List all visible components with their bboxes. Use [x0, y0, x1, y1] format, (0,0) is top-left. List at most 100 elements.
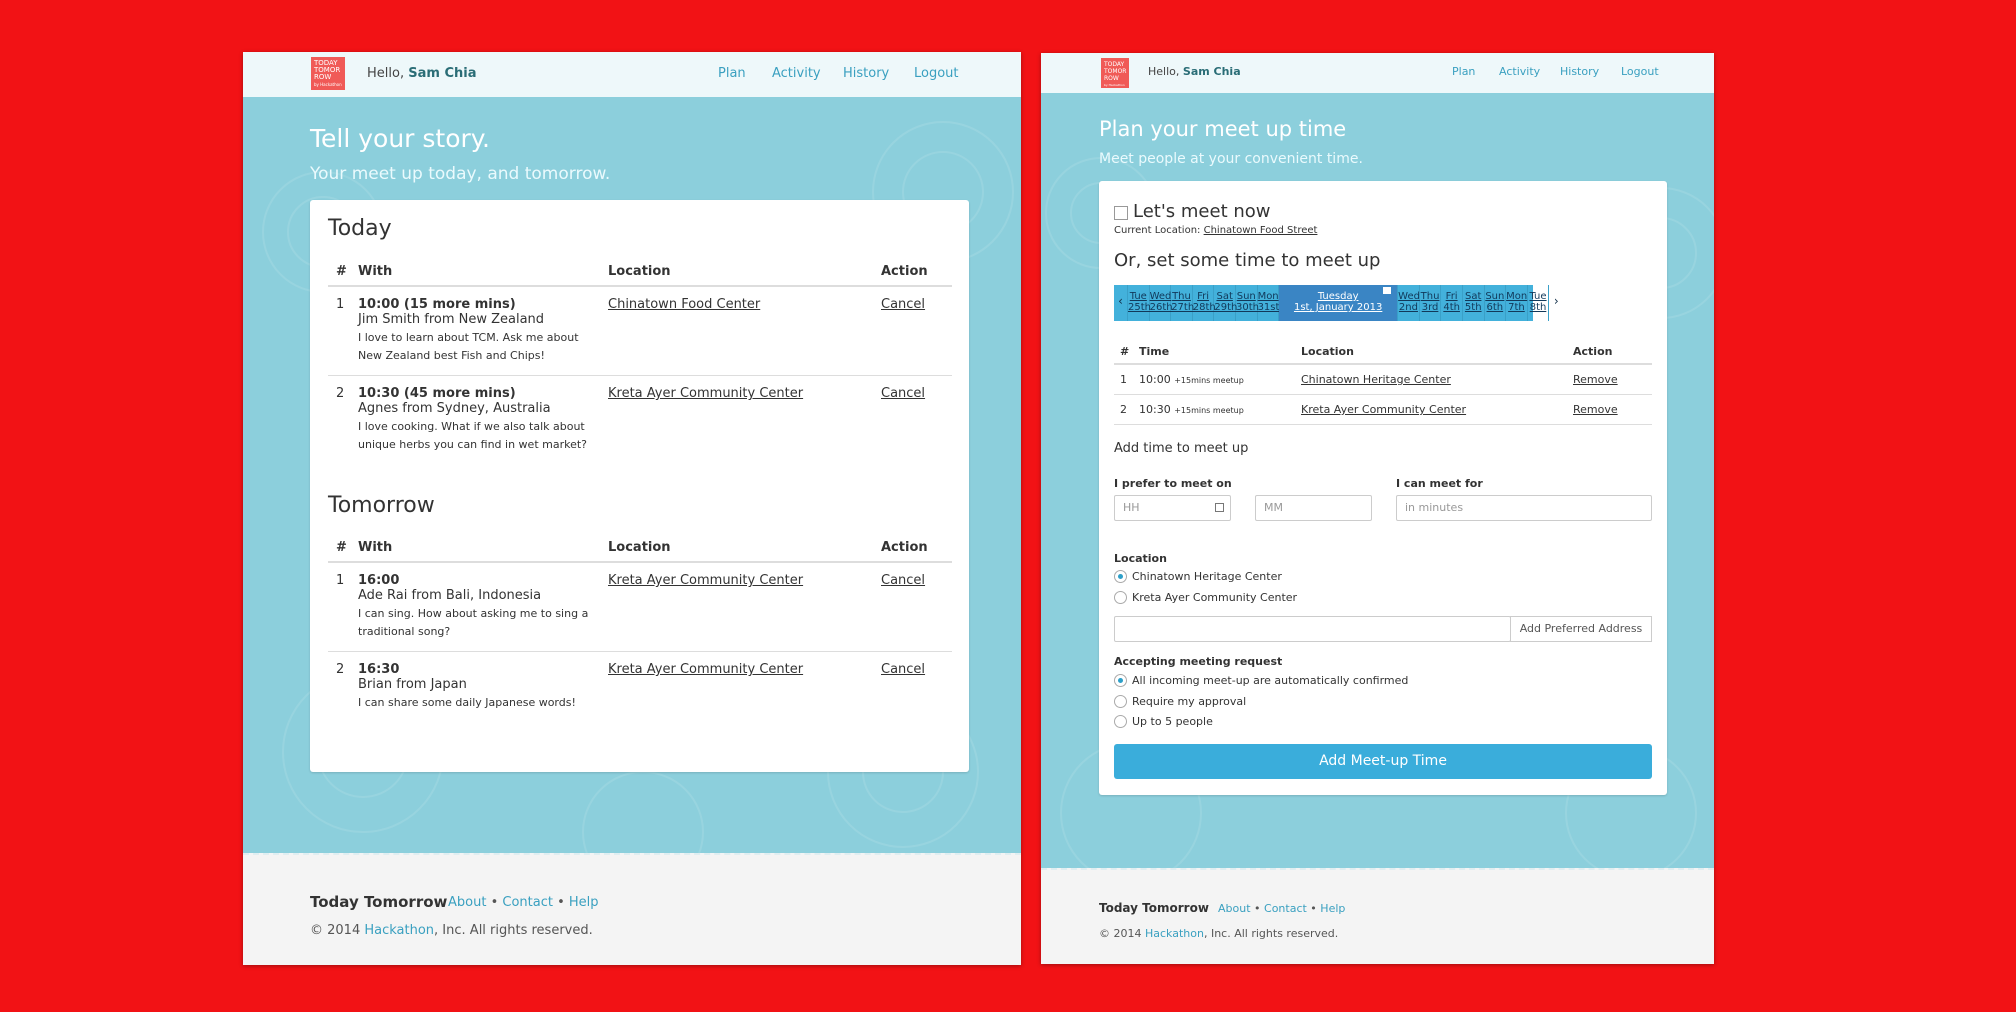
cancel-link[interactable]: Cancel — [881, 573, 925, 588]
meetup-time: 10:30 — [1139, 403, 1171, 416]
nav-logout[interactable]: Logout — [914, 66, 959, 81]
nav-logout[interactable]: Logout — [1621, 65, 1659, 78]
accepting-label: Accepting meeting request — [1114, 655, 1283, 668]
date-cell[interactable]: Sat 29th — [1214, 285, 1237, 321]
date-date: 6th — [1486, 302, 1504, 313]
prev-dates-button[interactable]: ‹ — [1114, 285, 1128, 321]
nav-plan[interactable]: Plan — [718, 66, 746, 81]
add-meetup-time-button[interactable]: Add Meet-up Time — [1114, 744, 1652, 779]
date-date: 25th — [1128, 302, 1151, 313]
meetup-duration: +15mins meetup — [1174, 376, 1244, 385]
tomorrow-heading: Tomorrow — [328, 493, 435, 518]
cancel-link[interactable]: Cancel — [881, 386, 925, 401]
table-header-row: # With Location Action — [328, 534, 952, 563]
address-input[interactable] — [1114, 616, 1511, 642]
table-row: 2 10:30 +15mins meetup Kreta Ayer Commun… — [1114, 394, 1652, 425]
minute-input[interactable]: MM — [1255, 495, 1372, 521]
today-heading: Today — [328, 216, 392, 241]
accept-radio-auto[interactable] — [1114, 674, 1127, 687]
location-link[interactable]: Kreta Ayer Community Center — [608, 386, 803, 401]
footer-copyright: © 2014 Hackathon, Inc. All rights reserv… — [1099, 927, 1338, 940]
date-date: 27th — [1171, 302, 1195, 313]
date-cell[interactable]: Tue 8th — [1528, 285, 1550, 321]
date-cell[interactable]: Thu 27th — [1171, 285, 1195, 321]
table-row: 1 10:00 +15mins meetup Chinatown Heritag… — [1114, 364, 1652, 395]
date-cell-selected[interactable]: Tuesday 1st, January 2013 — [1279, 285, 1399, 321]
date-cell[interactable]: Sat 5th — [1463, 285, 1485, 321]
accept-radio-approval[interactable] — [1114, 695, 1127, 708]
app-logo[interactable]: TODAY TOMOR ROW by Hackathon — [1101, 58, 1129, 88]
footer-help-link[interactable]: Help — [1320, 902, 1345, 915]
footer-about-link[interactable]: About — [1218, 902, 1251, 915]
location-label: Location — [1114, 552, 1167, 565]
footer-help-link[interactable]: Help — [569, 895, 599, 910]
greeting-prefix: Hello, — [1148, 65, 1180, 78]
cancel-link[interactable]: Cancel — [881, 297, 925, 312]
hour-input[interactable]: HH — [1114, 495, 1231, 521]
date-cell[interactable]: Thu 3rd — [1420, 285, 1442, 321]
date-cell[interactable]: Mon 7th — [1506, 285, 1528, 321]
next-dates-button[interactable]: › — [1549, 285, 1563, 321]
date-cell[interactable]: Wed 2nd — [1398, 285, 1420, 321]
date-cell[interactable]: Mon 31st — [1257, 285, 1279, 321]
app-logo[interactable]: TODAY TOMOR ROW by Hackathon — [311, 57, 345, 90]
calendar-icon[interactable] — [1383, 287, 1392, 294]
footer-about-link[interactable]: About — [448, 895, 486, 910]
date-cell[interactable]: Wed 26th — [1149, 285, 1173, 321]
meetup-time: 10:00 — [1139, 373, 1171, 386]
footer-contact-link[interactable]: Contact — [502, 895, 553, 910]
cancel-link[interactable]: Cancel — [881, 662, 925, 677]
location-link[interactable]: Kreta Ayer Community Center — [608, 662, 803, 677]
accept-radio-limit[interactable] — [1114, 715, 1127, 728]
table-row: 1 16:00 Ade Rai from Bali, Indonesia I c… — [328, 562, 952, 652]
meet-now-checkbox[interactable] — [1114, 206, 1128, 220]
duration-input[interactable]: in minutes — [1396, 495, 1652, 521]
date-cell[interactable]: Sun 6th — [1485, 285, 1507, 321]
location-link[interactable]: Chinatown Heritage Center — [1301, 373, 1451, 386]
date-day: Mon — [1257, 291, 1279, 302]
col-location: Location — [1301, 340, 1573, 365]
greeting-prefix: Hello, — [367, 66, 405, 81]
footer-copyright: © 2014 Hackathon, Inc. All rights reserv… — [310, 923, 593, 938]
location-radio-chinatown[interactable] — [1114, 570, 1127, 583]
location-radio-kreta-ayer[interactable] — [1114, 591, 1127, 604]
date-day: Wed — [1398, 291, 1420, 302]
current-location-link[interactable]: Chinatown Food Street — [1204, 225, 1318, 236]
date-date: 8th — [1529, 302, 1547, 313]
date-cell[interactable]: Tue 25th — [1128, 285, 1151, 321]
page-footer: Today Tomorrow About • Contact • Help © … — [243, 853, 1021, 965]
location-link[interactable]: Kreta Ayer Community Center — [1301, 403, 1466, 416]
date-cell[interactable]: Sun 30th — [1236, 285, 1259, 321]
spinner-icon[interactable] — [1215, 503, 1224, 512]
date-day: Wed — [1149, 291, 1172, 302]
logo-line: ROW — [1104, 75, 1119, 82]
location-link[interactable]: Kreta Ayer Community Center — [608, 573, 803, 588]
nav-activity[interactable]: Activity — [772, 66, 821, 81]
date-day: Tue — [1129, 291, 1147, 302]
action-cell: Cancel — [881, 562, 952, 652]
nav-history[interactable]: History — [843, 66, 889, 81]
nav-history[interactable]: History — [1560, 65, 1599, 78]
meet-now-label: Let's meet now — [1133, 201, 1271, 222]
date-cell[interactable]: Fri 28th — [1193, 285, 1216, 321]
date-day: Tue — [1529, 291, 1547, 302]
date-date: 2nd — [1398, 302, 1418, 313]
nav-plan[interactable]: Plan — [1452, 65, 1475, 78]
add-preferred-address-button[interactable]: Add Preferred Address — [1510, 616, 1652, 642]
date-day: Sun — [1485, 291, 1505, 302]
date-cell[interactable]: Fri 4th — [1441, 285, 1463, 321]
hackathon-link[interactable]: Hackathon — [1145, 927, 1204, 940]
remove-link[interactable]: Remove — [1573, 403, 1618, 416]
date-date: 5th — [1464, 302, 1482, 313]
date-day: Sat — [1465, 291, 1482, 302]
logo-line: TODAY — [1104, 61, 1125, 68]
table-row: 2 10:30 (45 more mins) Agnes from Sydney… — [328, 376, 952, 465]
nav-activity[interactable]: Activity — [1499, 65, 1540, 78]
hackathon-link[interactable]: Hackathon — [364, 923, 434, 938]
date-picker-bar: ‹ Tue 25th Wed 26th Thu 27th Fri 28th Sat 29th Sun… — [1114, 285, 1559, 321]
minute-placeholder: MM — [1264, 501, 1283, 514]
page-subtitle: Meet people at your convenient time. — [1099, 151, 1363, 167]
footer-contact-link[interactable]: Contact — [1264, 902, 1307, 915]
location-link[interactable]: Chinatown Food Center — [608, 297, 760, 312]
remove-link[interactable]: Remove — [1573, 373, 1618, 386]
